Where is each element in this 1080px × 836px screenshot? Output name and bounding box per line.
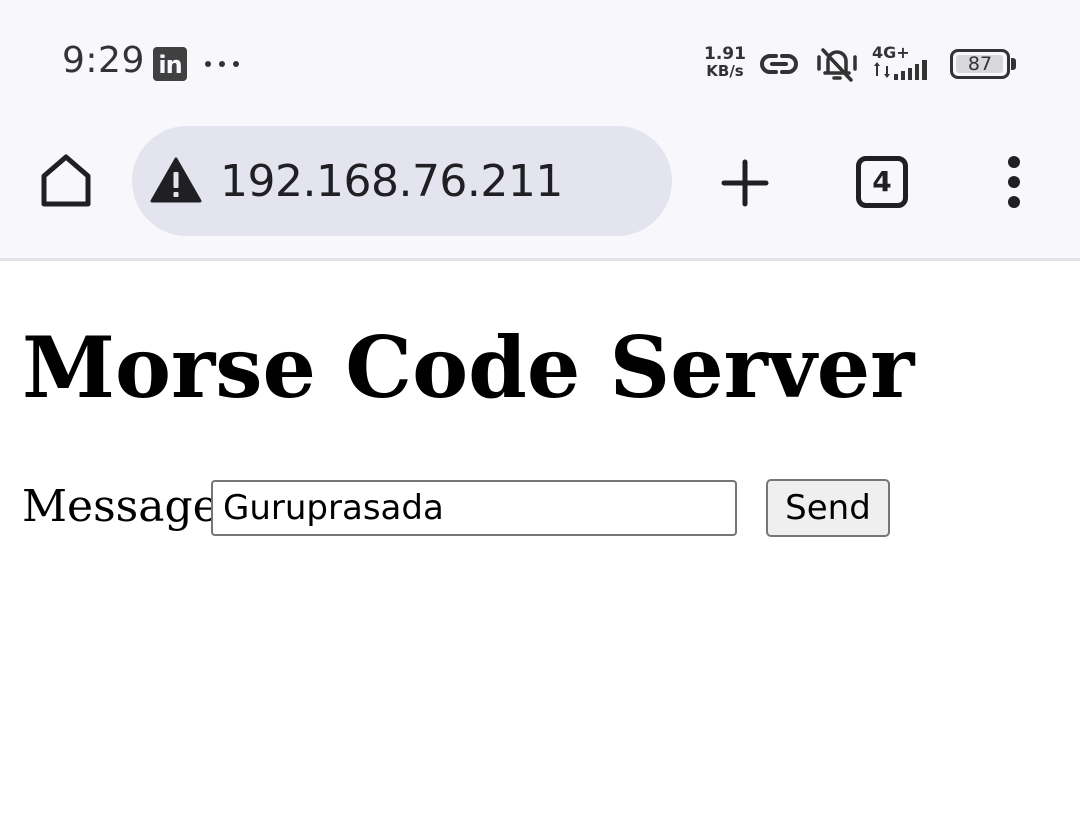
send-button[interactable]: Send	[766, 479, 890, 537]
battery-nub	[1011, 58, 1016, 70]
kebab-menu-button[interactable]	[994, 154, 1034, 210]
plus-icon	[721, 159, 769, 207]
status-time: 9:29	[62, 40, 145, 81]
network-speed: 1.91 KB/s	[704, 46, 746, 80]
browser-chrome: 9:29 in 1.91 KB/s 4G+ 87 192.168.76.211 …	[0, 0, 1080, 261]
message-label: Message:	[22, 481, 234, 532]
kebab-menu-icon	[1008, 156, 1020, 208]
message-input[interactable]	[211, 480, 737, 536]
home-button[interactable]	[36, 150, 96, 212]
network-speed-value: 1.91	[704, 44, 746, 64]
network-speed-unit: KB/s	[706, 62, 744, 80]
url-text[interactable]: 192.168.76.211	[220, 156, 563, 208]
more-dots-icon	[205, 61, 239, 67]
battery-icon: 87	[950, 49, 1010, 79]
vibrate-silent-icon	[817, 48, 857, 82]
tab-count: 4	[872, 165, 892, 198]
linkedin-icon: in	[153, 47, 187, 81]
address-bar[interactable]: 192.168.76.211	[132, 126, 672, 236]
page-title: Morse Code Server	[22, 318, 915, 417]
signal-4g-plus-icon: 4G+	[870, 44, 938, 84]
home-icon	[41, 154, 91, 207]
battery-level: 87	[967, 53, 993, 75]
tab-switcher-button[interactable]: 4	[856, 156, 908, 208]
hotspot-link-icon	[760, 54, 798, 74]
new-tab-button[interactable]	[718, 156, 772, 210]
warning-icon[interactable]	[150, 156, 202, 204]
